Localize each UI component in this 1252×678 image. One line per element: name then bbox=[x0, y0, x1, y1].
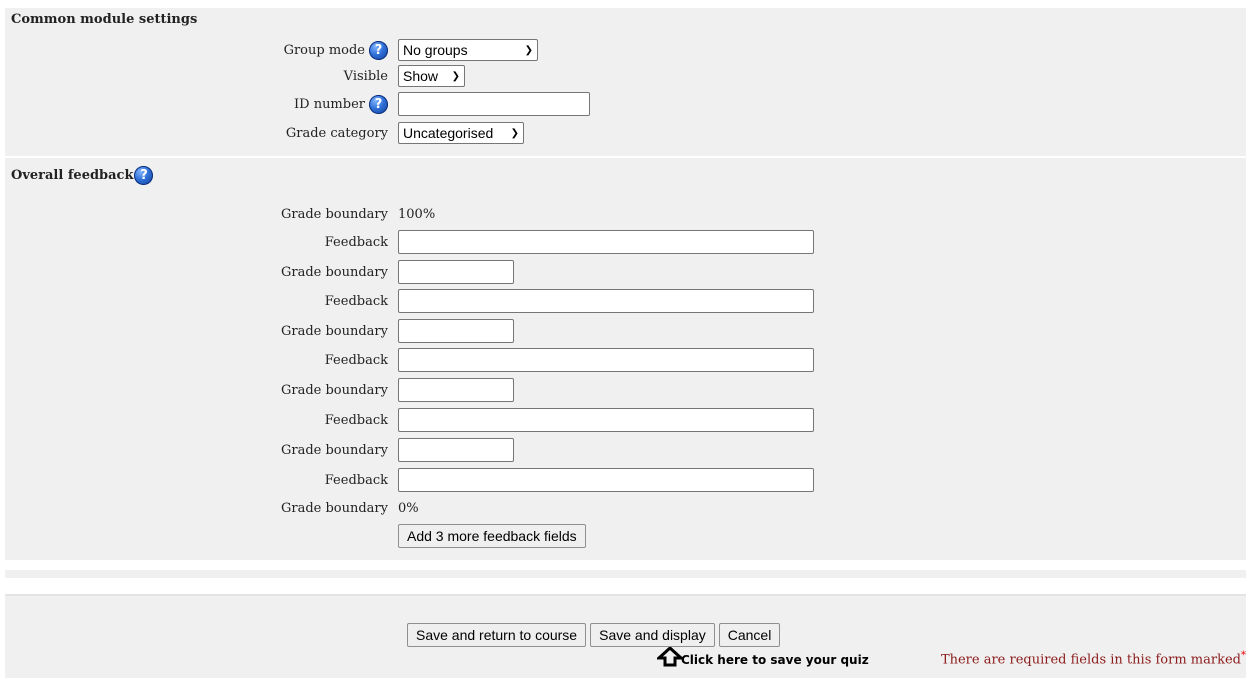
group-mode-select[interactable]: No groups ❯ bbox=[398, 39, 538, 61]
grade-boundary-top-value: 100% bbox=[398, 206, 436, 222]
add-feedback-fields-button[interactable]: Add 3 more feedback fields bbox=[398, 524, 586, 548]
chevron-down-icon: ❯ bbox=[510, 127, 519, 139]
save-hint: Click here to save your quiz bbox=[657, 647, 869, 667]
feedback-input[interactable] bbox=[398, 348, 814, 372]
feedback-label: Feedback bbox=[324, 352, 388, 368]
group-mode-label: Group mode ? bbox=[284, 37, 388, 63]
grade-boundary-input[interactable] bbox=[398, 260, 514, 284]
add-fields-row: Add 3 more feedback fields bbox=[5, 523, 1246, 549]
help-icon[interactable]: ? bbox=[369, 40, 388, 60]
id-number-label: ID number ? bbox=[294, 91, 388, 117]
save-hint-text: Click here to save your quiz bbox=[681, 653, 869, 667]
feedback-row: Feedback bbox=[5, 288, 1246, 314]
grade-boundary-input[interactable] bbox=[398, 319, 514, 343]
grade-boundary-row: Grade boundary 0% bbox=[5, 495, 1246, 521]
required-marker: * bbox=[1241, 650, 1246, 661]
group-mode-label-text: Group mode bbox=[283, 42, 365, 58]
help-icon[interactable]: ? bbox=[369, 94, 388, 114]
collapsed-section bbox=[5, 570, 1246, 578]
group-mode-value: No groups bbox=[403, 42, 468, 58]
cancel-button[interactable]: Cancel bbox=[718, 623, 781, 647]
grade-boundary-row: Grade boundary bbox=[5, 259, 1246, 285]
grade-category-label-text: Grade category bbox=[285, 125, 388, 141]
common-module-settings-section: Common module settings Group mode ? No g… bbox=[5, 8, 1246, 156]
feedback-row: Feedback bbox=[5, 407, 1246, 433]
footer-buttons: Save and return to course Save and displ… bbox=[407, 623, 781, 647]
visible-label: Visible bbox=[344, 63, 388, 89]
form-footer: Save and return to course Save and displ… bbox=[5, 594, 1246, 678]
feedback-input[interactable] bbox=[398, 230, 814, 254]
id-number-row: ID number ? bbox=[5, 91, 1246, 117]
overall-feedback-legend: Overall feedback ? bbox=[11, 166, 154, 185]
grade-boundary-label: Grade boundary bbox=[280, 442, 388, 458]
feedback-input[interactable] bbox=[398, 408, 814, 432]
feedback-label: Feedback bbox=[324, 472, 388, 488]
visible-select[interactable]: Show ❯ bbox=[398, 65, 465, 87]
overall-feedback-legend-text: Overall feedback bbox=[11, 168, 134, 183]
feedback-label: Feedback bbox=[324, 234, 388, 250]
feedback-row: Feedback bbox=[5, 347, 1246, 373]
grade-boundary-row: Grade boundary 100% bbox=[5, 201, 1246, 227]
grade-boundary-row: Grade boundary bbox=[5, 318, 1246, 344]
grade-category-row: Grade category Uncategorised ❯ bbox=[5, 120, 1246, 146]
id-number-input[interactable] bbox=[398, 92, 590, 116]
grade-boundary-label: Grade boundary bbox=[280, 206, 388, 222]
feedback-label: Feedback bbox=[324, 293, 388, 309]
visible-value: Show bbox=[403, 68, 439, 84]
grade-boundary-row: Grade boundary bbox=[5, 377, 1246, 403]
grade-category-value: Uncategorised bbox=[403, 125, 494, 141]
grade-boundary-label: Grade boundary bbox=[280, 264, 388, 280]
overall-feedback-section: Overall feedback ? Grade boundary 100% F… bbox=[5, 158, 1246, 560]
grade-category-select[interactable]: Uncategorised ❯ bbox=[398, 122, 524, 144]
grade-boundary-input[interactable] bbox=[398, 378, 514, 402]
feedback-input[interactable] bbox=[398, 289, 814, 313]
id-number-label-text: ID number bbox=[294, 96, 365, 112]
grade-boundary-bottom-value: 0% bbox=[398, 500, 419, 516]
arrow-up-icon bbox=[657, 647, 683, 667]
required-fields-note: There are required fields in this form m… bbox=[941, 650, 1246, 667]
grade-boundary-label: Grade boundary bbox=[280, 382, 388, 398]
grade-boundary-label: Grade boundary bbox=[280, 500, 388, 516]
chevron-down-icon: ❯ bbox=[451, 70, 460, 82]
common-module-legend: Common module settings bbox=[11, 12, 197, 27]
common-module-legend-text: Common module settings bbox=[11, 12, 198, 27]
save-display-button[interactable]: Save and display bbox=[590, 623, 715, 647]
grade-boundary-row: Grade boundary bbox=[5, 437, 1246, 463]
feedback-label: Feedback bbox=[324, 412, 388, 428]
grade-boundary-input[interactable] bbox=[398, 438, 514, 462]
feedback-row: Feedback bbox=[5, 467, 1246, 493]
visible-label-text: Visible bbox=[343, 68, 388, 84]
required-note-text: There are required fields in this form m… bbox=[940, 652, 1241, 668]
feedback-row: Feedback bbox=[5, 229, 1246, 255]
grade-boundary-label: Grade boundary bbox=[280, 323, 388, 339]
grade-category-label: Grade category bbox=[286, 120, 388, 146]
chevron-down-icon: ❯ bbox=[524, 44, 533, 56]
visible-row: Visible Show ❯ bbox=[5, 63, 1246, 89]
save-return-button[interactable]: Save and return to course bbox=[407, 623, 587, 647]
feedback-input[interactable] bbox=[398, 468, 814, 492]
help-icon[interactable]: ? bbox=[134, 166, 154, 185]
group-mode-row: Group mode ? No groups ❯ bbox=[5, 37, 1246, 63]
